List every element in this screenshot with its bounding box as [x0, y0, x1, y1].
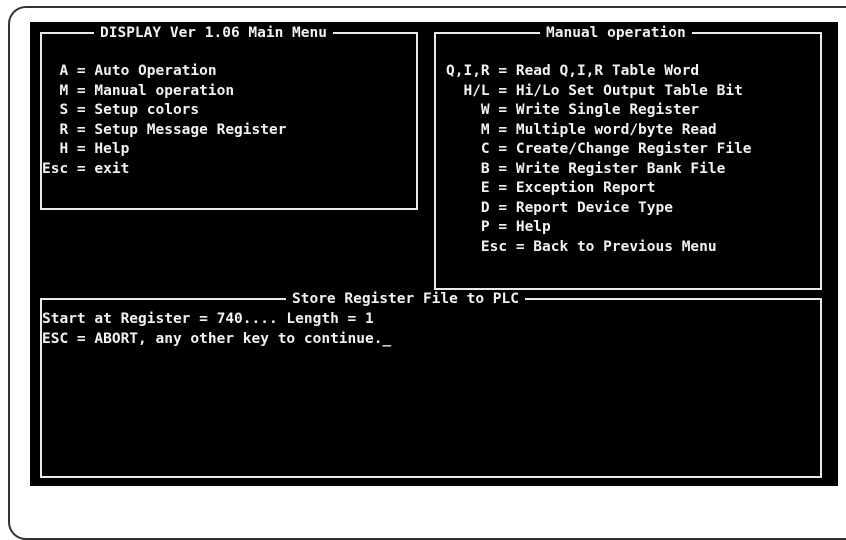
- start-register-line: Start at Register = 740.... Length = 1: [42, 311, 374, 327]
- store-register-title: Store Register File to PLC: [286, 290, 525, 308]
- menu-item-exit[interactable]: Esc = exit: [42, 160, 286, 180]
- menu-item-back[interactable]: Esc = Back to Previous Menu: [446, 238, 752, 258]
- dos-screen: DISPLAY Ver 1.06 Main Menu A = Auto Oper…: [30, 22, 838, 486]
- menu-item-write-single-register[interactable]: W = Write Single Register: [446, 101, 752, 121]
- manual-operation-list: Q,I,R = Read Q,I,R Table Word H/L = Hi/L…: [446, 62, 752, 257]
- main-menu-title: DISPLAY Ver 1.06 Main Menu: [94, 24, 333, 42]
- menu-item-multiple-read[interactable]: M = Multiple word/byte Read: [446, 121, 752, 141]
- menu-item-read-table-word[interactable]: Q,I,R = Read Q,I,R Table Word: [446, 62, 752, 82]
- menu-item-write-register-bank[interactable]: B = Write Register Bank File: [446, 160, 752, 180]
- menu-item-report-device-type[interactable]: D = Report Device Type: [446, 199, 752, 219]
- store-register-panel: Store Register File to PLC Start at Regi…: [40, 290, 822, 478]
- manual-operation-title: Manual operation: [540, 24, 692, 42]
- menu-item-setup-message-register[interactable]: R = Setup Message Register: [42, 121, 286, 141]
- menu-item-help[interactable]: H = Help: [42, 140, 286, 160]
- menu-item-manual-help[interactable]: P = Help: [446, 218, 752, 238]
- abort-prompt-text: ESC = ABORT, any other key to continue.: [42, 330, 383, 347]
- store-register-output: Start at Register = 740.... Length = 1 E…: [42, 310, 391, 349]
- menu-item-exception-report[interactable]: E = Exception Report: [446, 179, 752, 199]
- main-menu-list: A = Auto Operation M = Manual operation …: [42, 62, 286, 179]
- abort-prompt-line[interactable]: ESC = ABORT, any other key to continue._: [42, 330, 391, 350]
- menu-item-setup-colors[interactable]: S = Setup colors: [42, 101, 286, 121]
- menu-item-create-register-file[interactable]: C = Create/Change Register File: [446, 140, 752, 160]
- menu-item-set-output-bit[interactable]: H/L = Hi/Lo Set Output Table Bit: [446, 82, 752, 102]
- manual-operation-panel: Manual operation Q,I,R = Read Q,I,R Tabl…: [434, 24, 822, 290]
- menu-item-auto-operation[interactable]: A = Auto Operation: [42, 62, 286, 82]
- text-cursor: _: [382, 330, 392, 347]
- main-menu-panel: DISPLAY Ver 1.06 Main Menu A = Auto Oper…: [40, 24, 418, 210]
- menu-item-manual-operation[interactable]: M = Manual operation: [42, 82, 286, 102]
